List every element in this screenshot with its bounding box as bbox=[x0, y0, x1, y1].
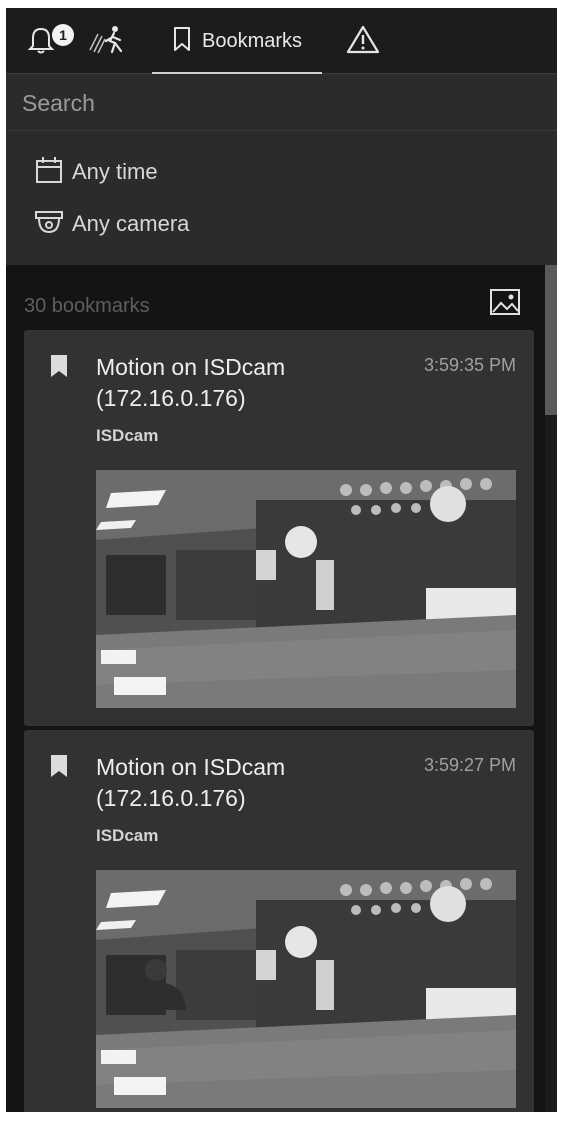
bookmark-thumbnail[interactable] bbox=[96, 470, 516, 708]
tab-bookmarks-label: Bookmarks bbox=[201, 29, 303, 52]
bookmark-camera-name: ISDcam bbox=[96, 826, 159, 845]
bookmarks-list: 30 bookmarks Motion on ISDcam (172.16.0.… bbox=[6, 265, 557, 1112]
bookmark-count: 30 bookmarks bbox=[24, 295, 150, 317]
bell-icon bbox=[27, 24, 55, 59]
dome-camera-icon bbox=[34, 207, 64, 242]
bookmark-time: 3:59:27 PM bbox=[423, 755, 516, 775]
bookmarks-panel: 1 Bookmarks Search Any time Any camera 3… bbox=[6, 8, 557, 1112]
camera-filter-label: Any camera bbox=[72, 211, 190, 236]
scrollbar[interactable] bbox=[545, 265, 557, 1112]
warning-icon bbox=[346, 24, 380, 59]
tab-events[interactable] bbox=[346, 8, 388, 74]
bookmark-title: Motion on ISDcam (172.16.0.176) bbox=[96, 354, 286, 411]
bookmark-filled-icon bbox=[50, 754, 68, 778]
time-filter-label: Any time bbox=[72, 159, 158, 184]
search-input[interactable] bbox=[22, 85, 542, 121]
tab-motion[interactable] bbox=[88, 8, 132, 74]
notification-count-badge: 1 bbox=[52, 24, 74, 46]
image-icon[interactable] bbox=[488, 287, 522, 317]
scrollbar-thumb[interactable] bbox=[545, 265, 557, 415]
filters-section: Any time Any camera bbox=[6, 132, 557, 265]
bookmark-camera-name: ISDcam bbox=[96, 426, 159, 445]
tab-bookmarks[interactable]: Bookmarks bbox=[152, 8, 322, 74]
bookmark-thumbnail[interactable] bbox=[96, 870, 516, 1108]
tab-bar: 1 Bookmarks bbox=[6, 8, 557, 74]
time-filter[interactable]: Any time bbox=[34, 154, 158, 190]
bookmark-card[interactable]: Motion on ISDcam (172.16.0.176) 3:59:35 … bbox=[24, 330, 534, 726]
calendar-icon bbox=[34, 155, 64, 190]
active-tab-indicator bbox=[152, 72, 322, 74]
bookmark-time: 3:59:35 PM bbox=[423, 355, 516, 375]
search-bar bbox=[6, 75, 557, 131]
tab-notifications[interactable]: 1 bbox=[27, 8, 80, 74]
motion-icon bbox=[88, 24, 126, 59]
bookmark-card[interactable]: Motion on ISDcam (172.16.0.176) 3:59:27 … bbox=[24, 730, 534, 1112]
bookmark-filled-icon bbox=[50, 354, 68, 378]
bookmark-icon bbox=[172, 26, 192, 57]
bookmark-title: Motion on ISDcam (172.16.0.176) bbox=[96, 754, 286, 811]
camera-filter[interactable]: Any camera bbox=[34, 206, 189, 242]
